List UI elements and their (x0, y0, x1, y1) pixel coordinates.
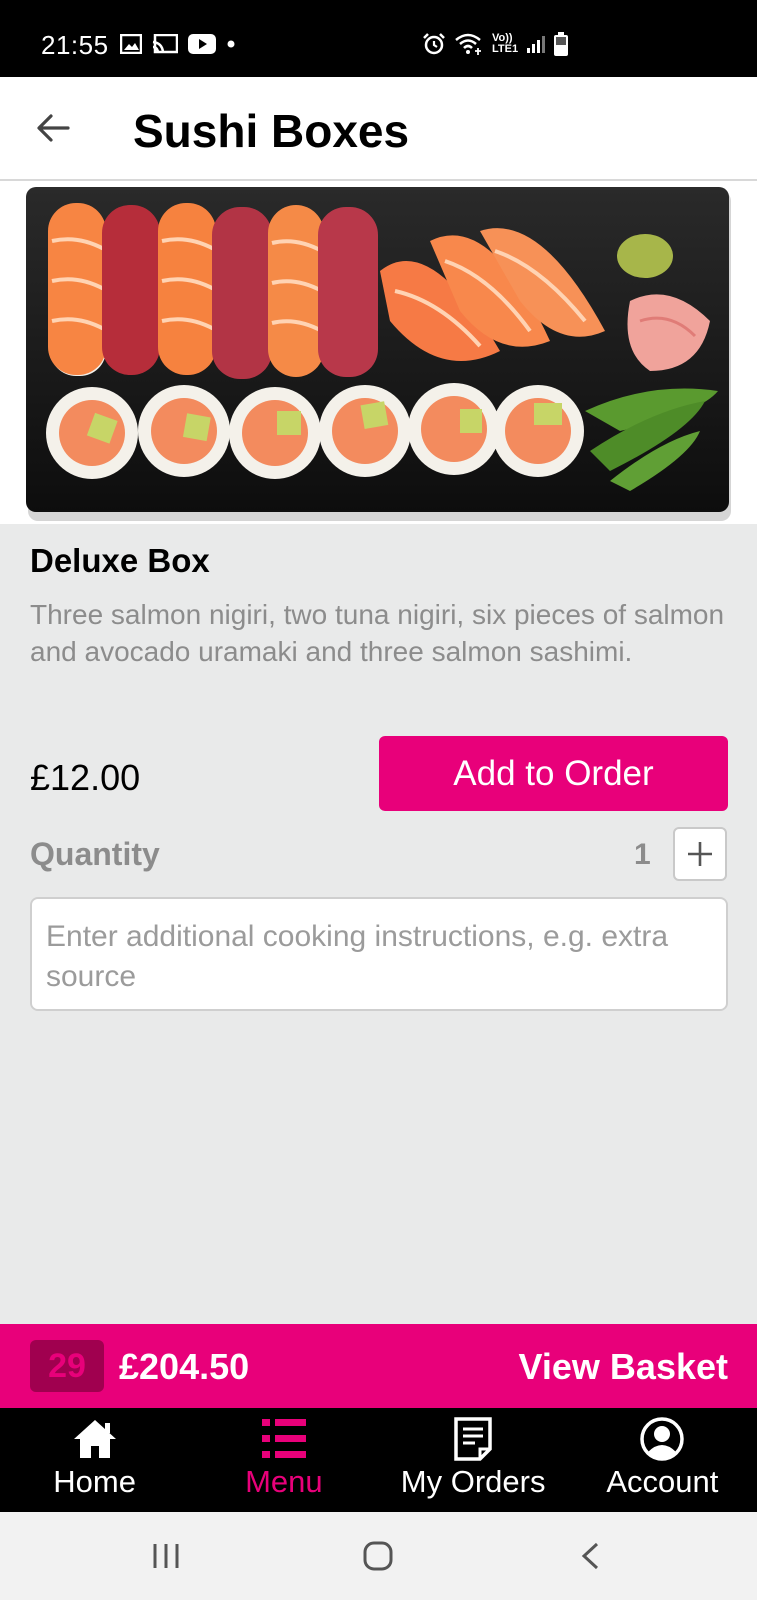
signal-icon (527, 36, 546, 53)
status-system-icons: Vo)) LTE1 (422, 32, 569, 56)
basket-bar[interactable]: 29 £204.50 View Basket (0, 1324, 757, 1408)
orders-document-icon (448, 1416, 498, 1462)
view-basket-button[interactable]: View Basket (519, 1346, 728, 1388)
status-time: 21:55 (41, 30, 109, 60)
add-to-order-button[interactable]: Add to Order (379, 736, 728, 811)
quantity-increase-button[interactable] (673, 827, 727, 881)
quantity-label: Quantity (30, 836, 160, 872)
youtube-icon (188, 34, 216, 54)
page-title: Sushi Boxes (133, 105, 410, 157)
nav-label-account: Account (606, 1464, 719, 1499)
recent-apps-icon (153, 1544, 179, 1568)
back-button[interactable] (28, 103, 78, 153)
nav-item-menu[interactable]: Menu (189, 1408, 378, 1512)
back-system-button[interactable] (570, 1536, 610, 1576)
status-notification-icons (120, 34, 236, 54)
nav-item-my-orders[interactable]: My Orders (379, 1408, 568, 1512)
product-description: Three salmon nigiri, two tuna nigiri, si… (30, 599, 725, 667)
product-name: Deluxe Box (30, 542, 210, 579)
sushi-box-image (0, 181, 757, 524)
arrow-left-icon (37, 114, 70, 142)
bottom-navigation: Home Menu My Orders Account (0, 1408, 757, 1512)
alarm-icon (423, 33, 445, 55)
basket-item-count-badge: 29 (30, 1340, 104, 1392)
nav-label-home: Home (53, 1464, 136, 1499)
chevron-left-icon (581, 1542, 599, 1570)
volte-icon: Vo)) LTE1 (492, 32, 519, 55)
status-bar: 21:55 Vo)) LTE1 (0, 0, 757, 77)
nav-item-home[interactable]: Home (0, 1408, 189, 1512)
nav-label-menu: Menu (245, 1464, 323, 1499)
home-icon (70, 1416, 120, 1462)
cooking-instructions-input[interactable] (30, 897, 728, 1011)
account-user-icon (637, 1416, 687, 1462)
home-circle-icon (363, 1541, 393, 1571)
app-header: Sushi Boxes (0, 77, 757, 181)
nav-label-my-orders: My Orders (400, 1464, 546, 1499)
cast-icon (152, 34, 178, 54)
wifi-icon (455, 33, 481, 55)
quantity-value: 1 (634, 838, 651, 871)
home-system-button[interactable] (358, 1536, 398, 1576)
nav-item-account[interactable]: Account (568, 1408, 757, 1512)
plus-icon (688, 842, 712, 866)
battery-icon (554, 32, 569, 56)
system-navigation-bar (0, 1512, 757, 1600)
image-icon (120, 34, 142, 54)
menu-list-icon (259, 1416, 309, 1462)
product-price: £12.00 (30, 757, 141, 798)
recent-apps-button[interactable] (146, 1536, 186, 1576)
basket-total: £204.50 (119, 1346, 250, 1387)
dot-icon (227, 40, 235, 48)
